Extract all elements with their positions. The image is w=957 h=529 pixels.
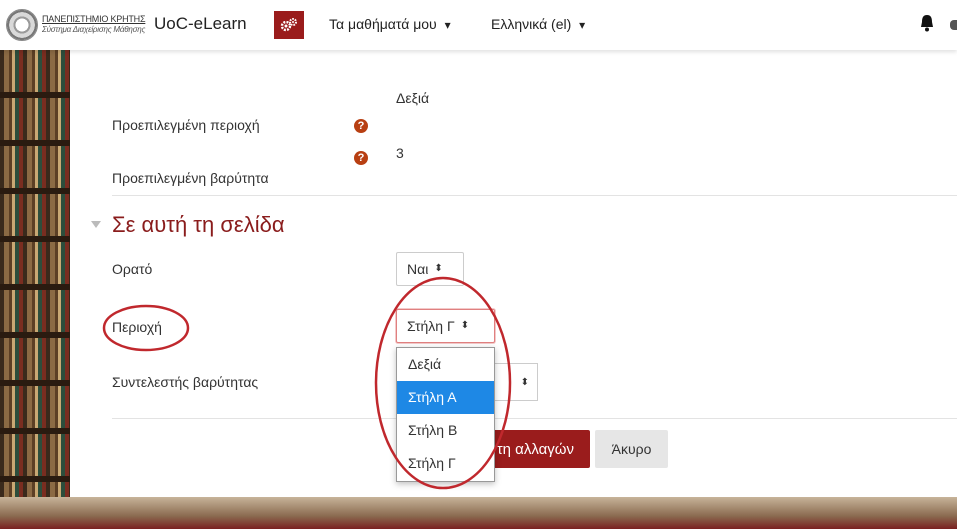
weight-label: Συντελεστής βαρύτητας xyxy=(112,374,259,390)
my-courses-label: Τα μαθήματά μου xyxy=(329,16,437,32)
language-label: Ελληνικά (el) xyxy=(491,16,572,32)
help-icon[interactable]: ? xyxy=(354,151,368,165)
language-menu[interactable]: Ελληνικά (el) ▾ xyxy=(491,16,585,32)
default-region-label: Προεπιλεγμένη περιοχή xyxy=(112,117,260,133)
dropdown-option-column-b[interactable]: Στήλη Β xyxy=(397,414,494,447)
logo-title[interactable]: ΠΑΝΕΠΙΣΤΗΜΙΟ ΚΡΗΤΗΣ xyxy=(42,14,146,24)
region-select-value: Στήλη Γ xyxy=(407,318,455,334)
weight-select[interactable]: ⬍ xyxy=(490,363,538,401)
dropdown-option-right[interactable]: Δεξιά xyxy=(397,348,494,381)
cancel-button[interactable]: Άκυρο xyxy=(595,430,668,468)
settings-gear-button[interactable] xyxy=(274,11,304,39)
logo-subtitle: Σύστημα Διαχείρισης Μάθησης xyxy=(42,25,146,34)
region-select[interactable]: Στήλη Γ ⬍ xyxy=(396,309,495,343)
up-down-arrows-icon: ⬍ xyxy=(460,320,470,331)
dropdown-option-column-c[interactable]: Στήλη Γ xyxy=(397,447,494,480)
region-dropdown-list[interactable]: Δεξιά Στήλη Α Στήλη Β Στήλη Γ xyxy=(396,347,495,482)
gears-icon xyxy=(280,18,297,32)
up-down-arrows-icon: ⬍ xyxy=(520,376,529,388)
default-weight-value: 3 xyxy=(396,145,404,161)
help-icon[interactable]: ? xyxy=(354,119,368,133)
default-weight-label: Προεπιλεγμένη βαρύτητα xyxy=(112,170,269,186)
caret-down-icon: ▾ xyxy=(579,18,586,32)
default-region-value: Δεξιά xyxy=(396,90,430,106)
form-divider xyxy=(112,418,957,419)
section-heading[interactable]: Σε αυτή τη σελίδα xyxy=(112,212,285,238)
background-bottom-strip xyxy=(0,497,957,529)
site-name-link[interactable]: UoC-eLearn xyxy=(154,14,247,34)
user-avatar[interactable] xyxy=(950,20,957,30)
caret-down-icon: ▾ xyxy=(444,18,451,32)
visible-select-value: Ναι xyxy=(407,261,429,277)
background-shelves xyxy=(0,50,70,529)
visible-label: Ορατό xyxy=(112,261,153,277)
top-navbar: ΠΑΝΕΠΙΣΤΗΜΙΟ ΚΡΗΤΗΣ Σύστημα Διαχείρισης … xyxy=(0,0,957,50)
notifications-bell-icon[interactable] xyxy=(920,14,934,37)
my-courses-menu[interactable]: Τα μαθήματά μου ▾ xyxy=(329,16,451,32)
dropdown-option-column-a[interactable]: Στήλη Α xyxy=(397,381,494,414)
visible-select[interactable]: Ναι ⬍ xyxy=(396,252,464,286)
university-logo-icon[interactable] xyxy=(6,9,38,41)
section-divider xyxy=(112,195,957,196)
region-label: Περιοχή xyxy=(112,319,162,335)
up-down-arrows-icon: ⬍ xyxy=(434,263,443,274)
collapse-toggle-icon[interactable] xyxy=(91,221,101,228)
